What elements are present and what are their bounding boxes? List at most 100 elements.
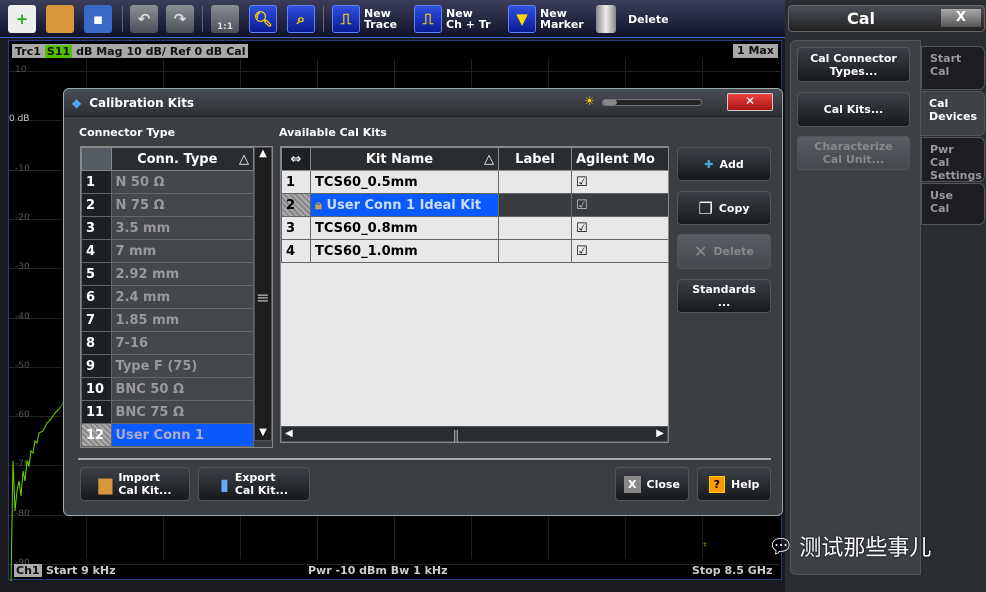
row-number: 3 (81, 216, 112, 240)
new-trace-button[interactable]: ⎍ New Trace (332, 4, 397, 34)
standards-button[interactable]: Standards... (677, 279, 771, 313)
tab-pwr-cal-settings[interactable]: Pwr Cal Settings (921, 137, 985, 182)
agilent-model-checkbox[interactable]: ☑ (571, 170, 668, 194)
connector-row[interactable]: 1N 50 Ω (81, 170, 254, 194)
agilent-model-checkbox[interactable]: ☑ (571, 239, 668, 263)
redo-icon: ↷ (166, 5, 194, 33)
label: ... (717, 296, 731, 309)
row-number: 10 (81, 377, 112, 401)
scroll-thumb[interactable]: ‖ (452, 427, 460, 442)
kit-row[interactable]: 2 🔒︎ User Conn 1 Ideal Kit ☑ (281, 193, 668, 217)
connector-row[interactable]: 47 mm (81, 239, 254, 263)
wechat-icon: 💬︎ (768, 534, 794, 558)
connector-row[interactable]: 8 7-16 (81, 331, 254, 355)
scroll-left-icon[interactable]: ◀ (285, 428, 293, 439)
kit-label (498, 170, 572, 194)
new-ch-tr-button[interactable]: ⎍ New Ch + Tr (414, 4, 491, 34)
connector-scrollbar[interactable]: ▲ ≡ ▼ (254, 147, 272, 441)
connector-row[interactable]: 11 BNC 75 Ω (81, 400, 254, 424)
plus-icon: ✚ (704, 157, 714, 171)
close-button[interactable]: X Close (615, 467, 689, 501)
divider (78, 458, 771, 460)
kit-row[interactable]: 1 TCS60_0.5mm ☑ (281, 170, 668, 194)
lock-icon: 🔒︎ (315, 197, 322, 213)
row-number: 6 (81, 285, 112, 309)
add-button[interactable]: ✚ Add (677, 147, 771, 181)
connector-name: User Conn 1 (110, 423, 254, 447)
connector-row[interactable]: 5 2.92 mm (81, 262, 254, 286)
characterize-cal-unit-button[interactable]: Characterize Cal Unit... (797, 136, 910, 170)
sort-asc-icon: △ (484, 151, 494, 167)
connector-row[interactable]: 10 BNC 50 Ω (81, 377, 254, 401)
zoom-button[interactable]: 🔍︎ (249, 4, 277, 34)
label: Delete (628, 12, 669, 26)
copy-button[interactable]: ❐ Copy (677, 191, 771, 225)
new-channel-icon: ⎍ (414, 5, 442, 33)
label-header[interactable]: Label (498, 147, 572, 171)
zoom-reset-icon: 1:1 (211, 5, 239, 33)
kit-label (498, 216, 572, 240)
scroll-down-icon[interactable]: ▼ (255, 427, 271, 438)
marker-icon: ⍖ (702, 539, 708, 550)
tab-start-cal[interactable]: Start Cal (921, 46, 985, 90)
magnifier-icon: 🔍︎ (249, 5, 277, 33)
panel-close-button[interactable]: X (941, 9, 981, 27)
agilent-model-checkbox[interactable]: ☑ (571, 193, 668, 217)
conn-type-header[interactable]: Conn. Type △ (110, 147, 254, 171)
redo-button[interactable]: ↷ (166, 4, 194, 34)
agilent-model-checkbox[interactable]: ☑ (571, 216, 668, 240)
row-number: 5 (81, 262, 112, 286)
connector-row[interactable]: 2N 75 Ω (81, 193, 254, 217)
new-file-button[interactable]: + (8, 4, 36, 34)
cal-kits-button[interactable]: Cal Kits... (797, 92, 910, 127)
agilent-model-header[interactable]: Agilent Mo (571, 147, 668, 171)
cal-connector-types-button[interactable]: Cal Connector Types... (797, 47, 910, 82)
label: Add (719, 157, 744, 171)
sort-asc-icon: △ (239, 151, 249, 167)
delete-button[interactable]: Delete (596, 4, 669, 34)
dialog-title-bar[interactable]: ◆ Calibration Kits ☀ ✕ (64, 89, 782, 117)
dialog-close-button[interactable]: ✕ (727, 93, 773, 111)
trash-icon (596, 5, 616, 33)
label: Marker (540, 18, 584, 31)
connector-row[interactable]: 6 2.4 mm (81, 285, 254, 309)
delete-kit-button[interactable]: ✕ Delete (677, 234, 771, 269)
row-number: 1 (81, 170, 112, 194)
zoom-reset-button[interactable]: 1:1 (211, 4, 239, 34)
export-cal-kit-button[interactable]: ▮ Export Cal Kit... (198, 467, 310, 501)
connector-row[interactable]: 7 1.85 mm (81, 308, 254, 332)
undo-button[interactable]: ↶ (130, 4, 158, 34)
connector-row[interactable]: 9 Type F (75) (81, 354, 254, 378)
new-marker-button[interactable]: ▼ New Marker (508, 4, 584, 34)
tab-cal-devices[interactable]: Cal Devices (921, 91, 985, 136)
floppy-icon: ▮ (220, 474, 229, 494)
open-button[interactable] (46, 4, 74, 34)
marker-max-badge[interactable]: 1 Max (733, 44, 778, 58)
scroll-up-icon[interactable]: ▲ (255, 148, 271, 159)
scroll-thumb[interactable]: ≡ (255, 288, 271, 307)
kit-row[interactable]: 4 TCS60_1.0mm ☑ (281, 239, 668, 263)
label: Copy (718, 201, 750, 215)
row-number: 8 (81, 331, 112, 355)
trace-ref: Ref 0 dB (169, 44, 223, 58)
help-button[interactable]: ? Help (697, 467, 771, 501)
zoom-trace-button[interactable]: ⌕ (287, 4, 315, 34)
kit-name-header[interactable]: Kit Name △ (310, 147, 499, 171)
connector-row[interactable]: 12 User Conn 1 (81, 423, 254, 447)
scroll-right-icon[interactable]: ▶ (656, 428, 664, 439)
import-cal-kit-button[interactable]: ▆ Import Cal Kit... (80, 467, 190, 501)
tab-use-cal[interactable]: Use Cal (921, 183, 985, 225)
trace-format: dB Mag (76, 44, 123, 58)
transparency-slider[interactable] (602, 99, 702, 106)
label: Ch + Tr (446, 18, 491, 31)
trace-cal: Cal (226, 44, 246, 58)
resize-icon[interactable]: ⇔ (281, 147, 311, 171)
watermark: 💬︎ 测试那些事儿 (768, 534, 932, 561)
kits-h-scrollbar[interactable]: ◀ ‖ ▶ (281, 426, 668, 442)
connector-row[interactable]: 3 3.5 mm (81, 216, 254, 240)
row-number: 1 (281, 170, 311, 194)
save-button[interactable]: ▪ (84, 4, 112, 34)
trace-info-bar[interactable]: Trc1 S11 dB Mag 10 dB/Ref 0 dB Cal (12, 44, 249, 58)
floppy-icon: ▪ (84, 5, 112, 33)
kit-row[interactable]: 3 TCS60_0.8mm ☑ (281, 216, 668, 240)
